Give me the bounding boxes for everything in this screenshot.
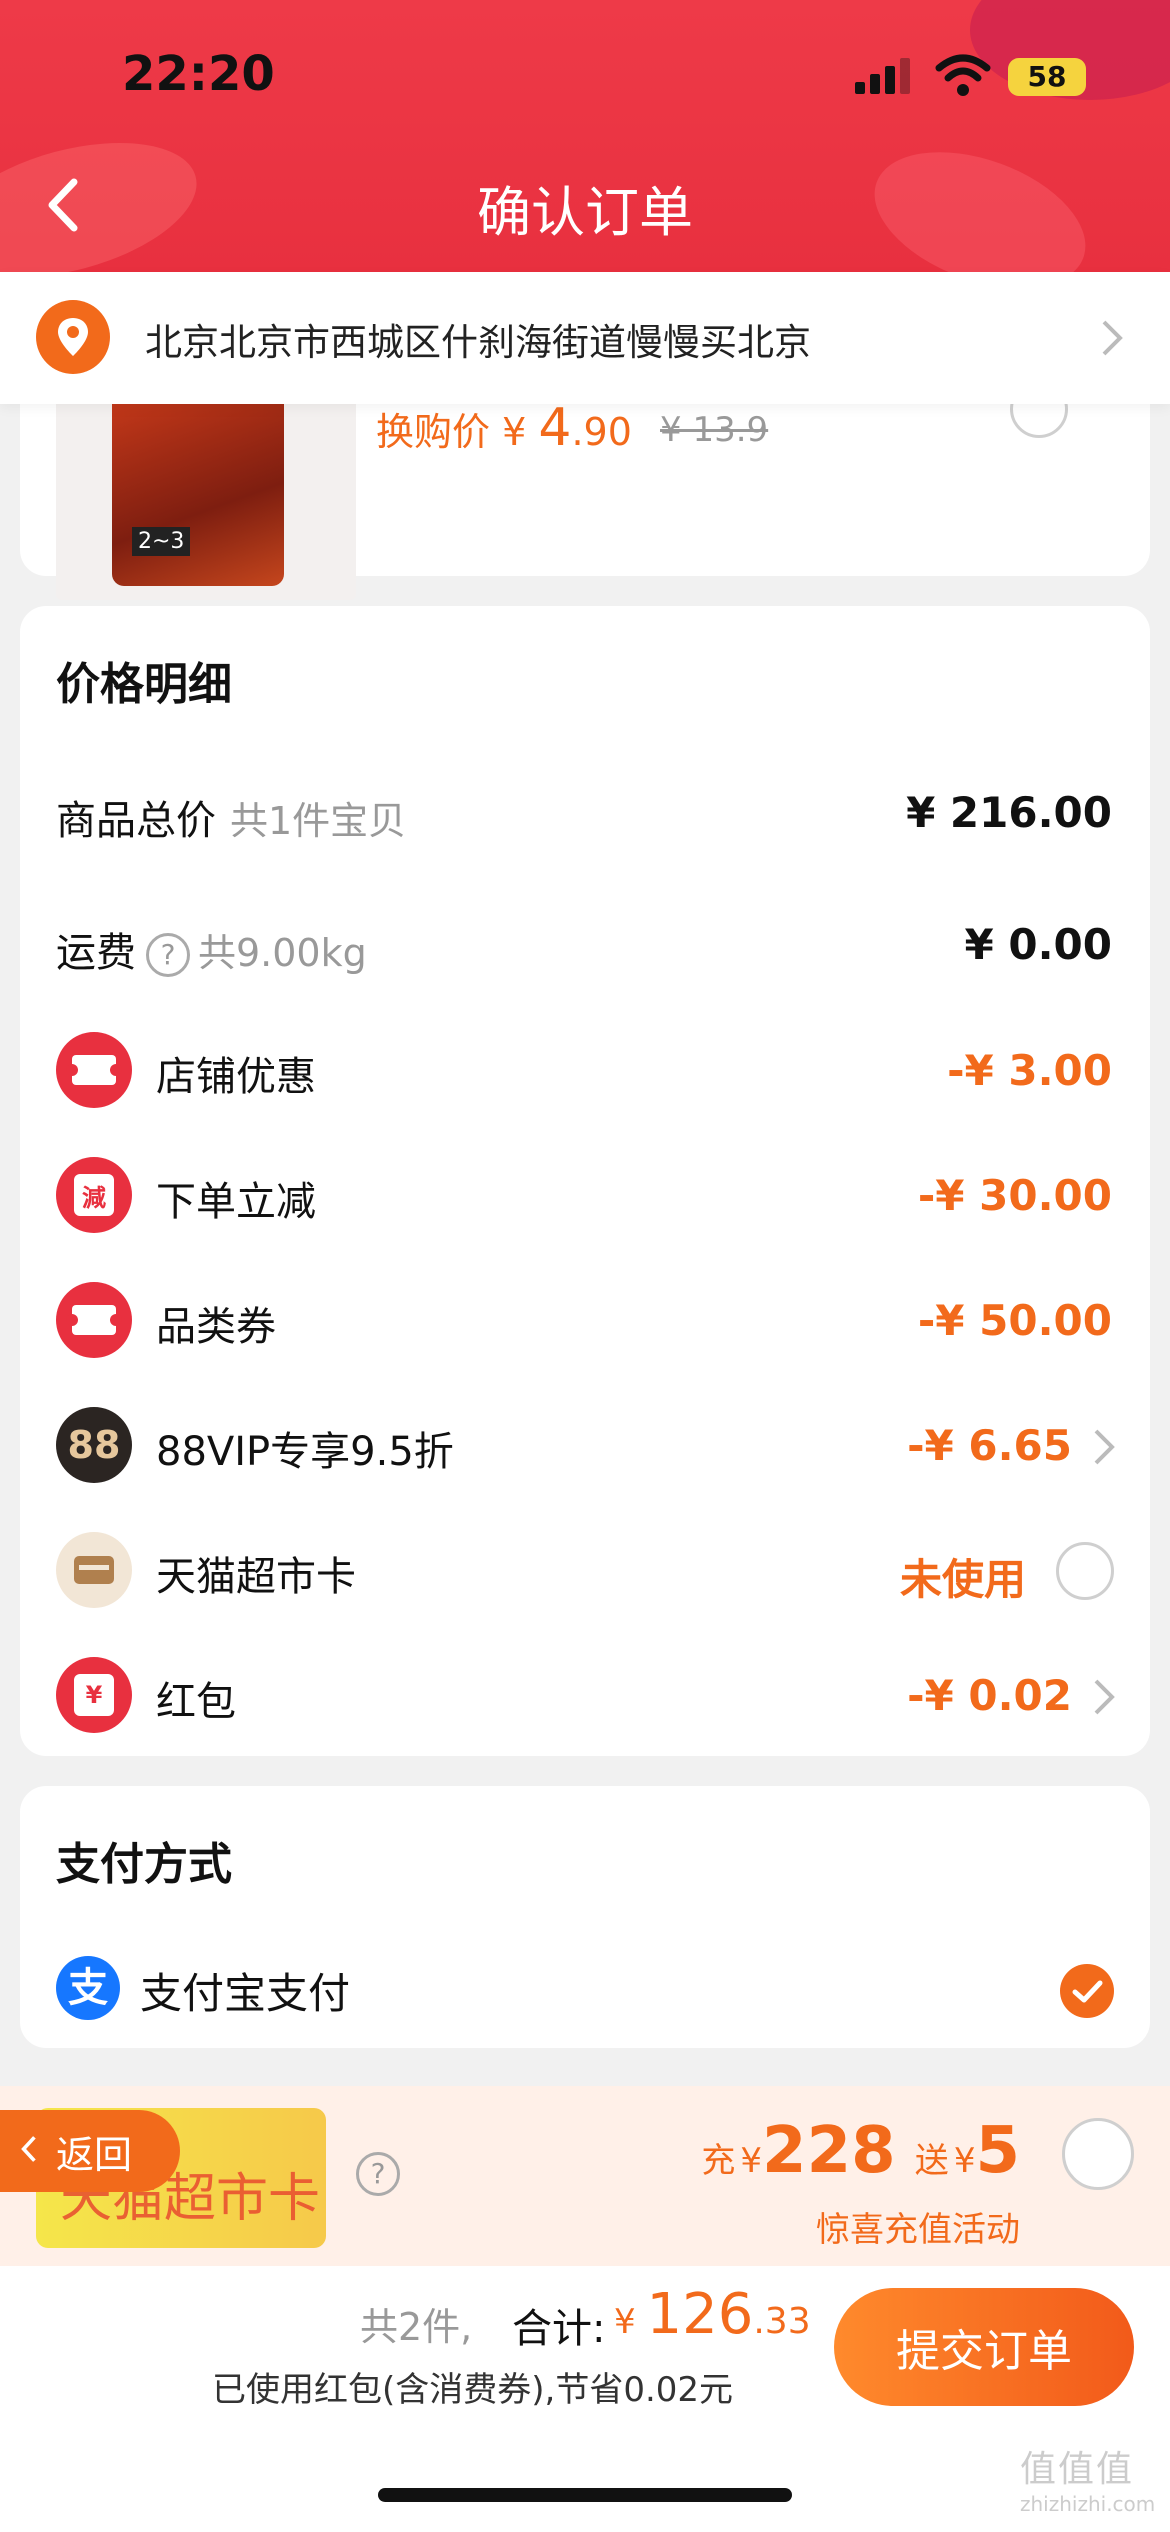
chevron-right-icon <box>1094 1679 1115 1715</box>
goods-count: 共1件宝贝 <box>230 799 407 843</box>
watermark: 值值值 <box>1020 2449 1135 2490</box>
order-reduce-label: 下单立减 <box>156 1179 316 1225</box>
status-time: 22:20 <box>122 46 275 102</box>
payment-title: 支付方式 <box>56 1839 232 1890</box>
shipping-value: ¥ 0.00 <box>964 920 1112 969</box>
reduce-icon: 減 <box>56 1157 132 1233</box>
ticket-icon <box>56 1282 132 1358</box>
red-packet-label: 红包 <box>156 1679 236 1725</box>
swap-price: 换购价 ¥ 4.90 <box>376 398 632 458</box>
red-packet-row[interactable]: ¥ 红包 -¥ 0.02 <box>20 1641 1150 1751</box>
supermarket-card-radio[interactable] <box>1056 1542 1114 1600</box>
goods-total-value: ¥ 216.00 <box>906 788 1112 837</box>
promo-select-radio[interactable] <box>1062 2118 1134 2190</box>
supermarket-card-label: 天猫超市卡 <box>156 1554 356 1600</box>
shipping-weight: 共9.00kg <box>198 931 367 975</box>
vip-discount-value: -¥ 6.65 <box>907 1421 1072 1470</box>
help-icon[interactable]: ? <box>146 933 190 977</box>
submit-order-button[interactable]: 提交订单 <box>834 2288 1134 2406</box>
address-text: 北京北京市西城区什刹海街道慢慢买北京 <box>145 321 811 364</box>
red-packet-value: -¥ 0.02 <box>907 1671 1072 1720</box>
payment-card: 支付方式 支 支付宝支付 <box>20 1786 1150 2048</box>
supermarket-card-row[interactable]: 天猫超市卡 未使用 <box>20 1516 1150 1626</box>
total-price: ¥ 126.33 <box>614 2282 811 2347</box>
category-coupon-label: 品类券 <box>156 1304 276 1350</box>
product-image: 2~3 <box>56 390 356 600</box>
item-count: 共2件, <box>360 2305 473 2349</box>
card-icon <box>56 1532 132 1608</box>
chevron-right-icon <box>1102 320 1123 356</box>
promo-charge-text: 充 ¥228 送 ¥5 <box>701 2114 1020 2188</box>
chevron-left-icon <box>20 2129 38 2173</box>
recharge-promo-banner[interactable]: 天猫超市卡 ? 充 ¥228 送 ¥5 惊喜充值活动 <box>0 2086 1170 2266</box>
goods-total-label: 商品总价 <box>56 798 216 844</box>
watermark-url: zhizhizhi.com <box>1020 2492 1156 2516</box>
floating-back-label: 返回 <box>56 2132 133 2177</box>
88vip-icon: 88 <box>56 1407 132 1483</box>
category-coupon-row[interactable]: 品类券 -¥ 50.00 <box>20 1266 1150 1376</box>
goods-total-row: 商品总价 共1件宝贝 ¥ 216.00 <box>20 756 1150 866</box>
shipping-row: 运费? 共9.00kg ¥ 0.00 <box>20 888 1150 998</box>
original-price: ¥ 13.9 <box>660 410 769 450</box>
page-title: 确认订单 <box>477 181 693 244</box>
battery-indicator: 58 <box>1008 58 1086 96</box>
promo-help-icon[interactable]: ? <box>356 2152 400 2196</box>
payment-method-label[interactable]: 支付宝支付 <box>140 1960 350 2021</box>
alipay-icon: 支 <box>56 1956 120 2020</box>
saving-note: 已使用红包(含消费券),节省0.02元 <box>212 2370 734 2410</box>
price-detail-card: 价格明细 商品总价 共1件宝贝 ¥ 216.00 运费? 共9.00kg ¥ 0.0… <box>20 606 1150 1756</box>
home-indicator[interactable] <box>378 2488 792 2502</box>
order-reduce-row[interactable]: 減 下单立减 -¥ 30.00 <box>20 1141 1150 1251</box>
order-reduce-value: -¥ 30.00 <box>917 1171 1112 1220</box>
promo-subtitle: 惊喜充值活动 <box>816 2210 1020 2250</box>
location-pin-icon <box>36 300 110 374</box>
vip-discount-label: 88VIP专享9.5折 <box>156 1429 454 1475</box>
total-label: 合计: <box>512 2306 606 2352</box>
ticket-icon <box>56 1032 132 1108</box>
vip-discount-row[interactable]: 88 88VIP专享9.5折 -¥ 6.65 <box>20 1391 1150 1501</box>
payment-selected-check-icon[interactable] <box>1060 1964 1114 2018</box>
supermarket-card-status: 未使用 <box>899 1555 1026 1604</box>
address-bar[interactable]: 北京北京市西城区什刹海街道慢慢买北京 <box>0 272 1170 404</box>
store-discount-label: 店铺优惠 <box>156 1054 316 1100</box>
red-packet-icon: ¥ <box>56 1657 132 1733</box>
shipping-label: 运费 <box>56 930 136 976</box>
cellular-signal-icon <box>855 58 915 94</box>
store-discount-row[interactable]: 店铺优惠 -¥ 3.00 <box>20 1016 1150 1126</box>
category-coupon-value: -¥ 50.00 <box>917 1296 1112 1345</box>
header: 22:20 58 确认订单 <box>0 0 1170 272</box>
chevron-right-icon <box>1094 1429 1115 1465</box>
price-detail-title: 价格明细 <box>56 659 232 710</box>
wifi-icon <box>935 54 991 96</box>
floating-back-button[interactable]: 返回 <box>0 2110 180 2192</box>
store-discount-value: -¥ 3.00 <box>947 1046 1112 1095</box>
